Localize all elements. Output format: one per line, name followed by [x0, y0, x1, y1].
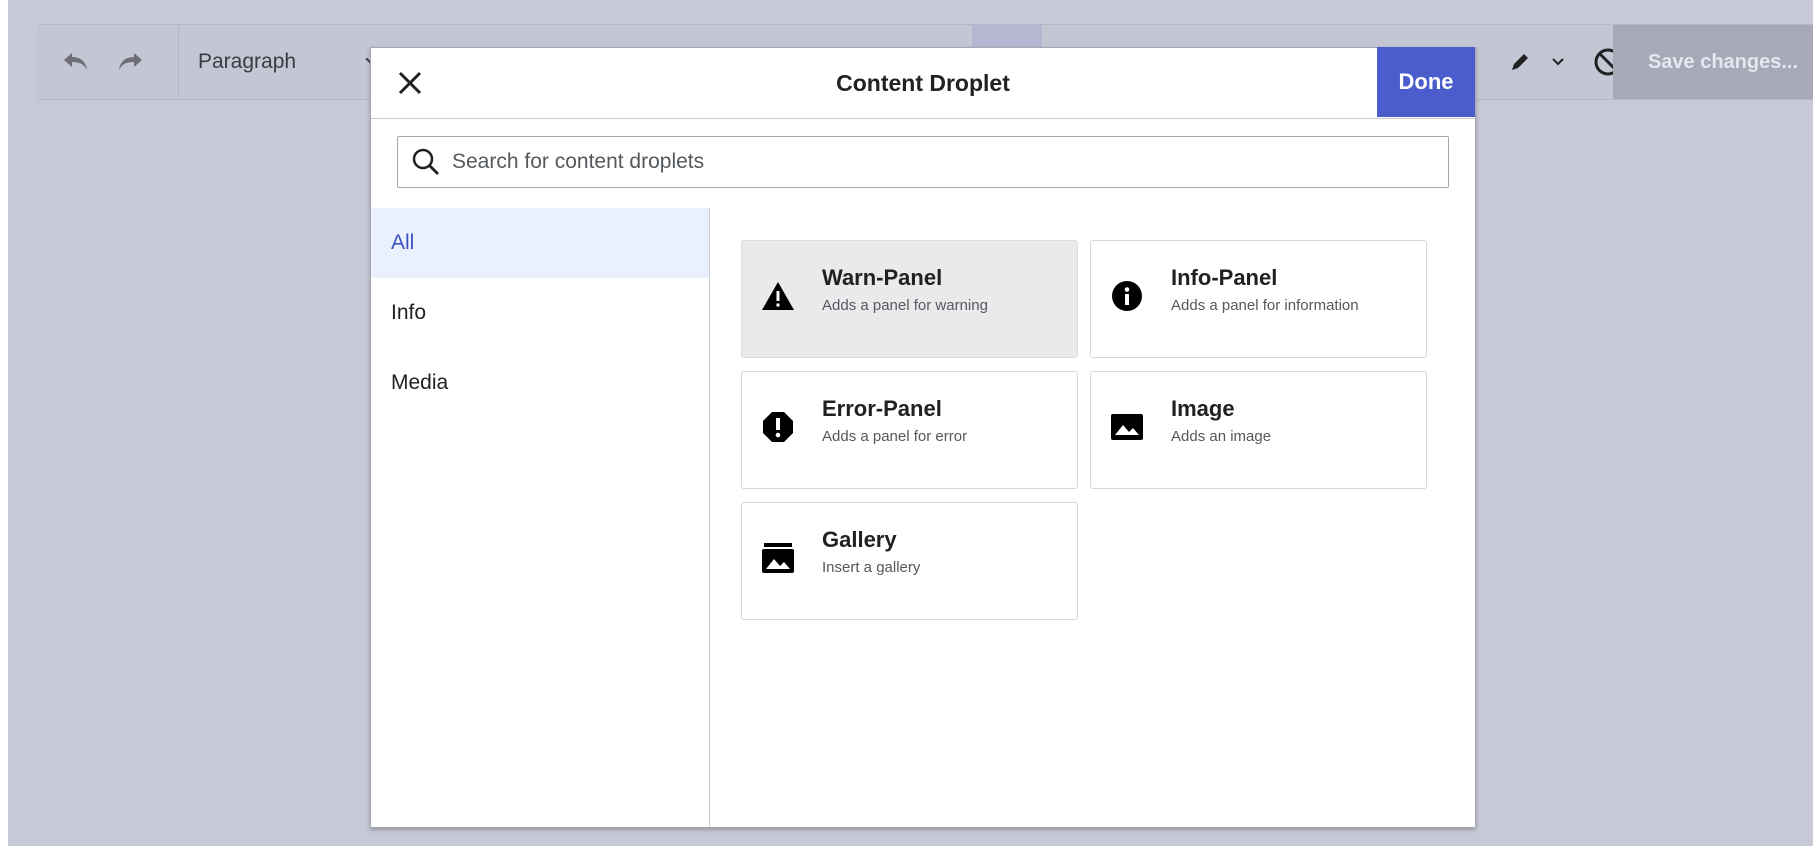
chevron-down-icon — [1552, 58, 1564, 66]
edit-mode-dropdown[interactable] — [1544, 25, 1572, 99]
droplet-info-panel[interactable]: Info-Panel Adds a panel for information — [1090, 240, 1427, 358]
save-changes-button[interactable]: Save changes... — [1613, 25, 1813, 99]
droplet-title: Error-Panel — [822, 396, 942, 421]
close-icon — [398, 71, 422, 95]
category-all[interactable]: All — [371, 208, 709, 278]
redo-button[interactable] — [106, 25, 154, 99]
droplet-title: Gallery — [822, 527, 897, 552]
category-sidebar: All Info Media — [371, 208, 710, 827]
droplet-title: Image — [1171, 396, 1235, 421]
droplet-description: Adds a panel for information — [1171, 297, 1359, 314]
droplet-warn-panel[interactable]: Warn-Panel Adds a panel for warning — [741, 240, 1078, 358]
info-icon — [1109, 278, 1145, 314]
pencil-icon — [1512, 54, 1528, 70]
droplet-error-panel[interactable]: Error-Panel Adds a panel for error — [741, 371, 1078, 489]
droplet-title: Info-Panel — [1171, 265, 1278, 290]
category-media[interactable]: Media — [371, 348, 709, 418]
droplet-title: Warn-Panel — [822, 265, 943, 290]
content-droplet-dialog: Content Droplet Done All Info Media — [370, 47, 1476, 828]
droplet-description: Adds a panel for warning — [822, 297, 988, 314]
toolbar-divider — [178, 25, 179, 99]
gallery-icon — [760, 540, 796, 576]
image-icon — [1109, 409, 1145, 445]
droplet-image[interactable]: Image Adds an image — [1090, 371, 1427, 489]
droplet-description: Adds an image — [1171, 428, 1272, 445]
warning-icon — [760, 278, 796, 314]
dialog-title: Content Droplet — [836, 69, 1010, 96]
page-top — [0, 0, 1813, 6]
redo-icon — [119, 53, 142, 70]
error-icon — [760, 409, 796, 445]
done-button[interactable]: Done — [1377, 47, 1475, 117]
undo-icon — [64, 53, 87, 70]
droplet-description: Adds a panel for error — [822, 428, 968, 445]
search-input[interactable] — [450, 149, 1448, 175]
edit-mode-button[interactable] — [1500, 25, 1540, 99]
droplet-gallery[interactable]: Gallery Insert a gallery — [741, 502, 1078, 620]
search-field[interactable] — [397, 136, 1449, 188]
page-edge — [0, 0, 8, 846]
droplet-description: Insert a gallery — [822, 559, 921, 576]
search-icon — [408, 144, 444, 180]
category-info[interactable]: Info — [371, 278, 709, 348]
undo-button[interactable] — [52, 25, 100, 99]
paragraph-label: Paragraph — [198, 50, 297, 73]
save-changes-label: Save changes... — [1647, 50, 1799, 73]
dialog-header: Content Droplet Done — [371, 47, 1475, 119]
close-button[interactable] — [389, 62, 431, 104]
